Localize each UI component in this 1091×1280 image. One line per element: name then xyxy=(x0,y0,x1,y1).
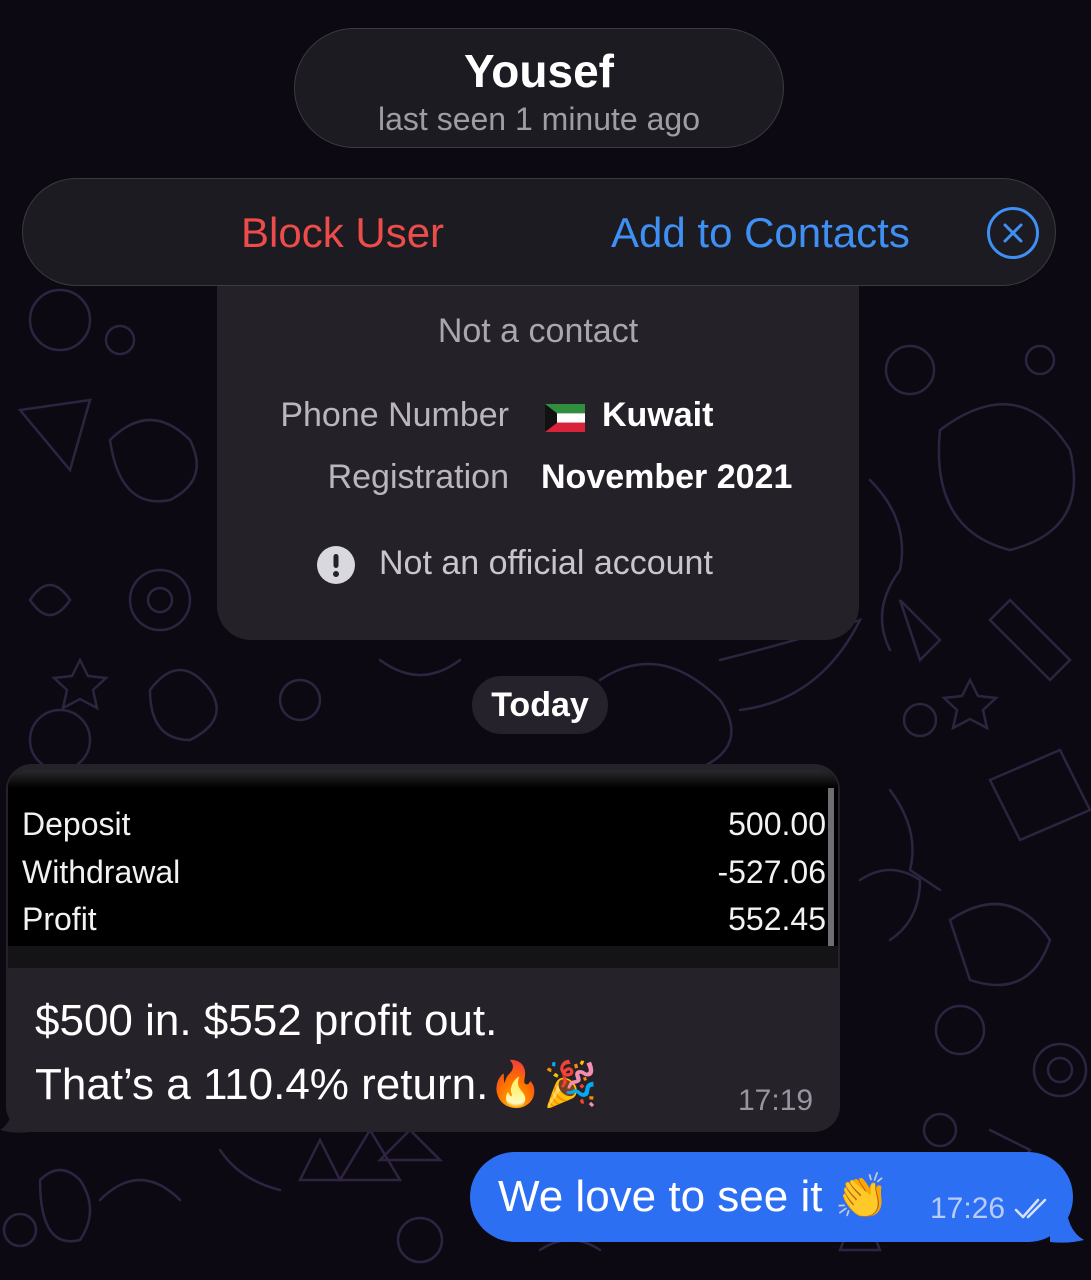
unknown-contact-action-bar: Block User Add to Contacts xyxy=(22,178,1056,286)
deposit-value: 500.00 xyxy=(728,806,826,842)
outgoing-message-time: 17:26 xyxy=(930,1192,1006,1225)
message-text-line-2: That’s a 110.4% return.🔥🎉 xyxy=(35,1060,598,1109)
transaction-screenshot-image[interactable]: Deposit 500.00 Withdrawal -527.06 Profit… xyxy=(8,770,838,968)
phone-country-value: Kuwait xyxy=(602,396,714,434)
exclamation-circle-icon xyxy=(317,546,355,584)
phone-number-label: Phone Number xyxy=(280,396,509,434)
block-user-button[interactable]: Block User xyxy=(241,209,444,257)
outgoing-message-bubble[interactable]: We love to see it 👏 17:26 xyxy=(470,1152,1073,1242)
close-icon[interactable] xyxy=(987,207,1039,259)
profit-value: 552.45 xyxy=(728,901,826,937)
last-seen-status: last seen 1 minute ago xyxy=(378,101,700,137)
date-separator: Today xyxy=(472,676,608,734)
deposit-label: Deposit xyxy=(22,806,131,842)
kuwait-flag-icon xyxy=(545,404,585,432)
withdrawal-value: -527.06 xyxy=(717,854,826,890)
withdrawal-label: Withdrawal xyxy=(22,854,181,890)
chat-header[interactable]: Yousef last seen 1 minute ago xyxy=(294,28,784,148)
incoming-message-time: 17:19 xyxy=(738,1084,814,1117)
profit-label: Profit xyxy=(22,901,97,937)
add-to-contacts-button[interactable]: Add to Contacts xyxy=(611,209,910,257)
outgoing-message-text: We love to see it 👏 xyxy=(498,1172,890,1221)
registration-value: November 2021 xyxy=(541,458,793,496)
contact-status: Not a contact xyxy=(437,312,639,350)
message-text-line-1: $500 in. $552 profit out. xyxy=(35,996,498,1045)
registration-label: Registration xyxy=(327,458,509,496)
contact-info-card: Not a contact Phone Number Kuwait Regist… xyxy=(217,250,859,640)
double-check-icon xyxy=(1014,1198,1047,1219)
incoming-message-bubble[interactable]: Deposit 500.00 Withdrawal -527.06 Profit… xyxy=(6,764,840,1132)
official-account-text: Not an official account xyxy=(379,544,713,582)
contact-name: Yousef xyxy=(464,45,614,97)
